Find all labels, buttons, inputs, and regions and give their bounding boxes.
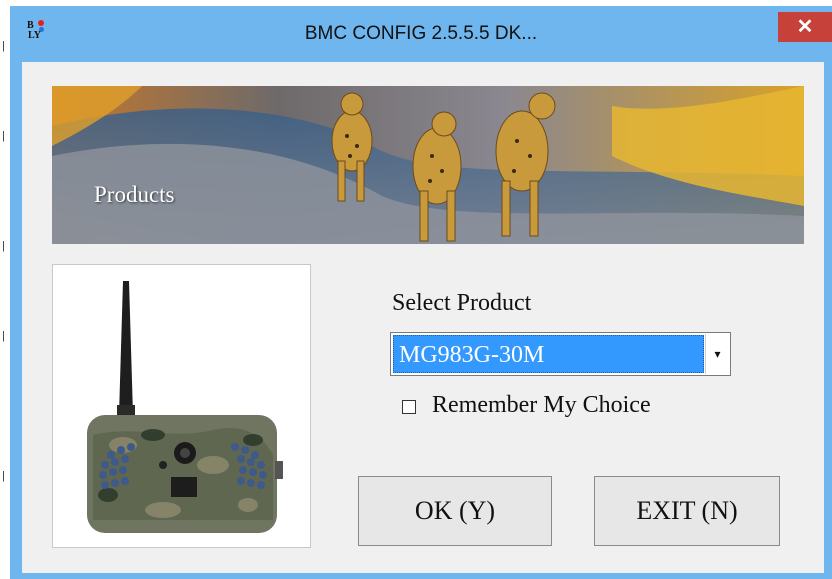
config-dialog-window: B LY BMC CONFIG 2.5.5.5 DK... ✕ Products… <box>10 6 832 579</box>
cheetahs-banner: Products <box>52 86 804 244</box>
close-button[interactable]: ✕ <box>778 12 832 42</box>
edge-glyph: | <box>2 130 5 142</box>
product-picture <box>52 264 311 548</box>
exit-button[interactable]: EXIT (N) <box>594 476 780 546</box>
ok-button[interactable]: OK (Y) <box>358 476 552 546</box>
product-dropdown[interactable]: MG983G-30M ▾ <box>390 332 731 376</box>
edge-glyph: | <box>2 240 5 252</box>
remember-choice-label[interactable]: Remember My Choice <box>432 392 651 419</box>
banner-title: Products <box>94 182 175 207</box>
edge-glyph: | <box>2 40 5 52</box>
trail-camera-image <box>87 281 283 533</box>
remember-choice-checkbox[interactable] <box>402 400 416 414</box>
window-title: BMC CONFIG 2.5.5.5 DK... <box>304 23 538 44</box>
edge-glyph: | <box>2 470 5 482</box>
chevron-down-icon: ▾ <box>714 347 721 361</box>
banner-image <box>52 86 804 244</box>
close-icon: ✕ <box>796 16 814 38</box>
edge-glyph: | <box>2 330 5 342</box>
select-product-label: Select Product <box>392 290 532 316</box>
dialog-body: Products Select Product MG983G-30M ▾ Rem… <box>22 62 824 573</box>
title-bar[interactable]: B LY BMC CONFIG 2.5.5.5 DK... ✕ <box>10 6 832 62</box>
dropdown-arrow-button[interactable]: ▾ <box>705 334 729 374</box>
selected-product-value[interactable]: MG983G-30M <box>393 335 704 373</box>
